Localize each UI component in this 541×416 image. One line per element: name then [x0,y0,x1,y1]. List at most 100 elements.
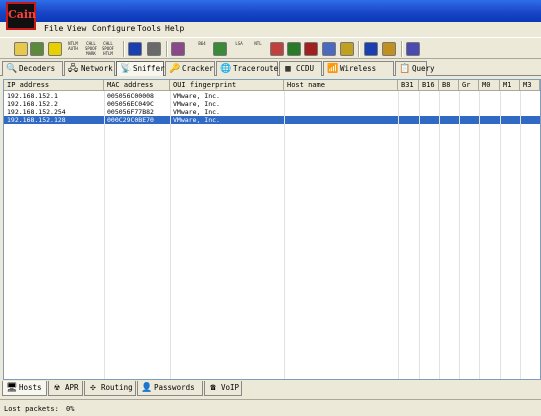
column-header-host-name[interactable]: Host name [284,80,398,91]
tab-label: APR [65,383,79,392]
sniffer-view-tabs: 🖥 Hosts ☢ APR ✣ Routing 👤 Passwords ☎ VoIP [0,381,541,397]
traceroute-icon: 🌐 [220,64,232,74]
tab-label: Cracker [182,64,214,73]
tab-label: Routing [101,383,133,392]
query-icon: 📋 [399,64,411,74]
pwl-icon[interactable] [270,42,284,56]
hosts-table[interactable]: IP address MAC address OUI fingerprint Host… [3,79,541,380]
ntlm-auth-icon[interactable]: NTLM AUTH [63,41,83,51]
voip-icon: ☎ [210,383,216,393]
tab-hosts[interactable]: 🖥 Hosts [2,381,47,396]
menu-view[interactable]: View [67,24,86,33]
column-header-ip-address[interactable]: IP address [4,80,104,91]
column-header-m0[interactable]: M0 [479,80,500,91]
cracker-icon: 🔑 [169,64,181,74]
lost-packets-label: Lost packets: [4,405,59,413]
cell-oui: VMware, Inc. [173,92,220,100]
cell-mac: 005056C00008 [107,92,154,100]
tab-routing[interactable]: ✣ Routing [84,381,136,396]
folder-icon[interactable] [14,42,28,56]
tools-icon[interactable] [147,42,161,56]
column-header-m3[interactable]: M3 [520,80,540,91]
tab-traceroute[interactable]: 🌐 Traceroute [216,61,278,76]
column-header-b8[interactable]: B8 [439,80,459,91]
tab-wireless[interactable]: 📶 Wireless [323,61,394,76]
mail-icon[interactable] [287,42,301,56]
tab-apr[interactable]: ☢ APR [48,381,83,396]
tab-sniffer[interactable]: 📡 Sniffer [116,61,165,76]
rdp-icon[interactable] [213,42,227,56]
tab-label: Traceroute [233,64,279,73]
cell-oui: VMware, Inc. [173,116,220,124]
column-header-b31[interactable]: B31 [398,80,419,91]
toolbar-separator [123,41,125,57]
apr-icon: ☢ [54,383,60,393]
tab-decoders[interactable]: 🔍 Decoders [2,61,63,76]
column-header-m1[interactable]: M1 [500,80,520,91]
toolbar-separator [358,41,360,57]
tab-label: CCDU [296,64,315,73]
tab-label: Decoders [19,64,56,73]
tab-label: Passwords [154,383,195,392]
add-icon[interactable] [128,42,142,56]
wireless-icon: 📶 [327,64,339,74]
menu-bar: File View Configure Tools Help [0,22,541,36]
sniffer-icon: 📡 [120,64,132,74]
cell-oui: VMware, Inc. [173,108,220,116]
lost-packets-value: 0% [66,405,75,413]
cell-ip: 192.168.152.2 [7,100,58,108]
tab-label: VoIP [221,383,240,392]
cell-ip: 192.168.152.1 [7,92,58,100]
cell-mac: 000C29C0BE70 [107,116,154,124]
lsa-icon[interactable]: LSA [229,41,249,46]
tab-network[interactable]: 🖧 Network [64,61,115,76]
mobile-icon[interactable] [304,42,318,56]
passwords-icon: 👤 [141,383,153,393]
column-header-oui-fingerprint[interactable]: OUI fingerprint [170,80,284,91]
tab-label: Network [81,64,113,73]
challenge-spoof-icon-2[interactable]: CHLL SPOOF HTLM [98,41,118,56]
routing-icon: ✣ [90,383,96,393]
tab-label: Hosts [19,383,42,392]
tab-ccdu[interactable]: ▦ CCDU [279,61,322,76]
tab-label: Sniffer [133,64,165,73]
toolbar: NTLM AUTH CHLL SPOOF MARK CHLL SPOOF HTLM B… [0,37,541,59]
status-bar: Lost packets: 0% [0,399,541,416]
cell-mac: 005056EC049C [107,100,154,108]
network-scan-icon[interactable] [322,42,336,56]
app-logo: Cain [6,2,36,30]
cell-mac: 005056F77B82 [107,108,154,116]
tab-query[interactable]: 📋 Query [395,61,435,76]
tab-label: Query [412,64,435,73]
menu-help[interactable]: Help [165,24,184,33]
help-icon[interactable] [382,42,396,56]
menu-configure[interactable]: Configure [92,24,135,33]
tab-voip[interactable]: ☎ VoIP [204,381,242,396]
menu-tools[interactable]: Tools [137,24,161,33]
module-tabs: 🔍 Decoders 🖧 Network 📡 Sniffer 🔑 Cracker 🌐 Tracer… [0,60,541,76]
tab-cracker[interactable]: 🔑 Cracker [165,61,215,76]
tab-passwords[interactable]: 👤 Passwords [137,381,203,396]
ccdu-icon: ▦ [285,64,291,74]
column-header-gr[interactable]: Gr [459,80,479,91]
network-sniffer-icon[interactable] [30,42,44,56]
hash-icon[interactable] [171,42,185,56]
column-header-b16[interactable]: B16 [419,80,439,91]
menu-file[interactable]: File [44,24,63,33]
cell-ip: 192.168.152.254 [7,108,66,116]
decoders-icon: 🔍 [6,64,18,74]
base64-icon[interactable]: B64 [192,41,212,46]
title-bar [0,0,541,22]
tab-label: Wireless [340,64,377,73]
column-header-mac-address[interactable]: MAC address [104,80,170,91]
info-icon[interactable] [364,42,378,56]
radiation-icon[interactable] [48,42,62,56]
cert-icon[interactable] [340,42,354,56]
cell-ip: 192.168.152.128 [7,116,66,124]
hosts-icon: 🖥 [6,383,18,393]
ntl-icon[interactable]: NTL [248,41,268,46]
network-icon: 🖧 [68,64,79,74]
toolbar-separator [401,41,403,57]
exit-icon[interactable] [406,42,420,56]
toolbar-separator [166,41,168,57]
